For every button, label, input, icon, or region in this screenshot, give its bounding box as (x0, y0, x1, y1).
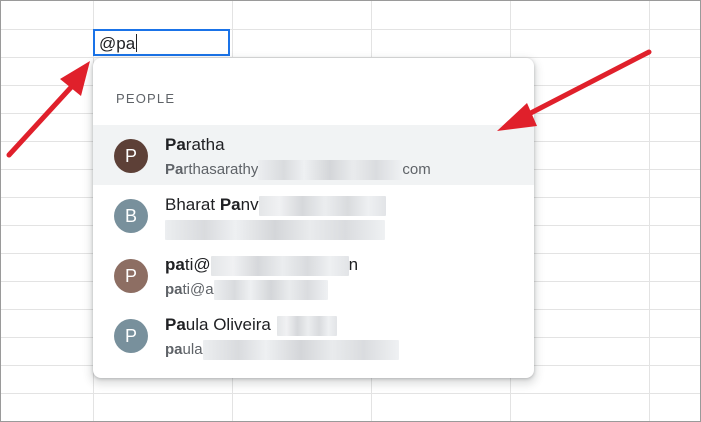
name-rest: ratha (185, 135, 225, 154)
grid-row-line (1, 393, 700, 394)
person-name: Bharat Panv (165, 195, 386, 216)
redacted-email-blur (202, 340, 399, 360)
redacted-email-blur (258, 160, 403, 180)
person-name: Paratha (165, 135, 225, 155)
grid-column-line (649, 1, 650, 421)
name-prefix: Bharat (165, 195, 220, 214)
name-rest: nv (240, 195, 259, 214)
text-caret (136, 34, 138, 52)
avatar: P (114, 139, 148, 173)
people-suggestion-dropdown: PEOPLE P Paratha Parthasarathy com B Bhar… (93, 58, 534, 378)
email-rest: rthasarathy (183, 160, 259, 178)
redacted-email-blur (165, 220, 385, 240)
email-match: pa (165, 280, 183, 298)
spreadsheet-window: @pa PEOPLE P Paratha Parthasarathy com B … (0, 0, 701, 422)
person-suggestion-item[interactable]: P Paula Oliveira paula (93, 305, 534, 365)
email-rest: ti@a (182, 280, 214, 298)
avatar: P (114, 319, 148, 353)
avatar: B (114, 199, 148, 233)
person-email: paula (165, 340, 399, 360)
redacted-name-blur (258, 195, 386, 216)
person-suggestion-item[interactable]: P pati@ n pati@a (93, 245, 534, 305)
email-suffix: com (402, 160, 431, 178)
person-suggestion-item[interactable]: B Bharat Panv (93, 185, 534, 245)
cell-editor-input[interactable]: @pa (93, 29, 230, 56)
name-match: pa (165, 255, 185, 274)
person-email: pati@a (165, 280, 328, 300)
person-email (165, 220, 385, 240)
redacted-email-blur (213, 280, 328, 300)
email-match: Pa (165, 160, 184, 178)
person-suggestion-item[interactable]: P Paratha Parthasarathy com (93, 125, 534, 185)
cell-editor-text: @pa (99, 34, 138, 54)
name-suffix: n (348, 255, 359, 274)
name-match: Pa (165, 135, 186, 154)
name-rest: ti@ (184, 255, 211, 274)
redacted-name-blur (276, 315, 337, 336)
cell-editor-value: @pa (99, 34, 136, 53)
email-match: pa (165, 340, 183, 358)
name-match: Pa (165, 315, 186, 334)
name-rest: ula Oliveira (185, 315, 271, 334)
person-name: Paula Oliveira (165, 315, 337, 336)
avatar: P (114, 259, 148, 293)
redacted-name-blur (210, 255, 349, 276)
people-section-header: PEOPLE (116, 91, 176, 106)
name-match: Pa (219, 195, 241, 214)
person-name: pati@ n (165, 255, 358, 276)
email-rest: ula (182, 340, 203, 358)
person-email: Parthasarathy com (165, 160, 431, 180)
